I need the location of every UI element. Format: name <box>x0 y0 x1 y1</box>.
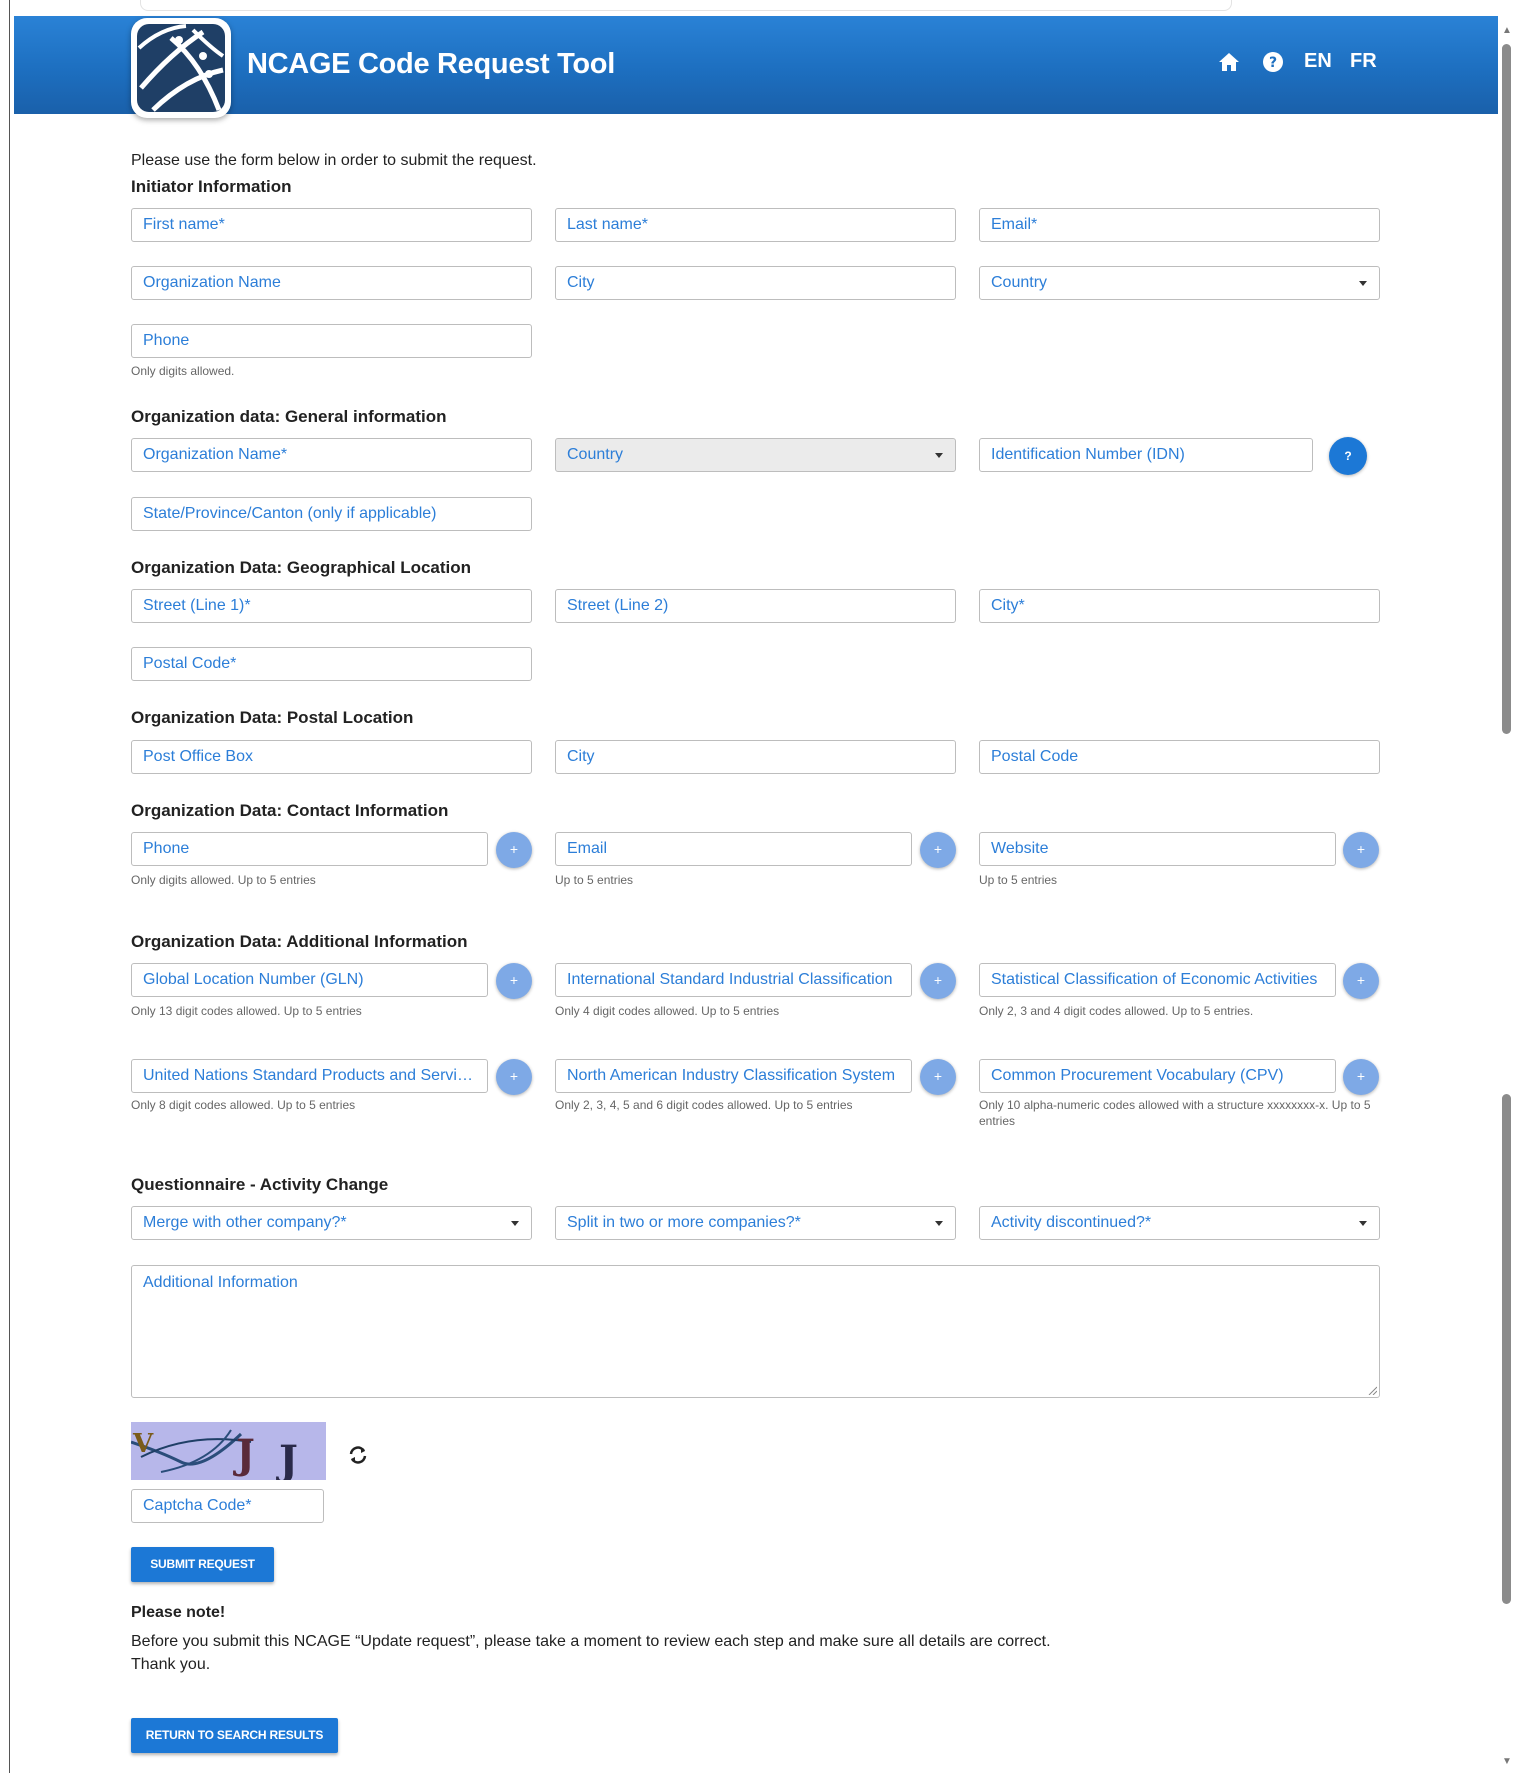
cpv-hint: Only 10 alpha-numeric codes allowed with… <box>979 1098 1371 1128</box>
section-questionnaire: Questionnaire - Activity Change <box>131 1175 389 1194</box>
help-circle-icon[interactable]: ? <box>1261 50 1285 74</box>
contact-email-field[interactable]: Email <box>555 832 912 866</box>
street1-field[interactable]: Street (Line 1)* <box>131 589 532 623</box>
svg-text:?: ? <box>1269 55 1277 71</box>
section-general: Organization data: General information <box>131 407 447 426</box>
last-name-field[interactable]: Last name* <box>555 208 956 242</box>
unspsc-hint: Only 8 digit codes allowed. Up to 5 entr… <box>131 1098 356 1112</box>
scrollbar-thumb-secondary[interactable] <box>1502 1094 1511 1604</box>
naics-field[interactable]: North American Industry Classification S… <box>555 1059 912 1093</box>
additional-info-placeholder: Additional Information <box>143 1274 298 1291</box>
initiator-country-select[interactable]: Country <box>979 266 1380 300</box>
website-field[interactable]: Website <box>979 832 1336 866</box>
lang-en-link[interactable]: EN <box>1304 50 1332 73</box>
first-name-field[interactable]: First name* <box>131 208 532 242</box>
idn-field[interactable]: Identification Number (IDN) <box>979 438 1313 472</box>
app-title: NCAGE Code Request Tool <box>247 48 615 80</box>
scrollbar-thumb[interactable] <box>1502 44 1511 734</box>
naics-hint: Only 2, 3, 4, 5 and 6 digit codes allowe… <box>555 1098 853 1112</box>
gln-hint: Only 13 digit codes allowed. Up to 5 ent… <box>131 1004 362 1018</box>
merge-select[interactable]: Merge with other company?* <box>131 1206 532 1240</box>
gln-field[interactable]: Global Location Number (GLN) <box>131 963 488 997</box>
captcha-char-1: V <box>132 1429 154 1459</box>
discontinued-select[interactable]: Activity discontinued?* <box>979 1206 1380 1240</box>
postal-city-field[interactable]: City <box>555 740 956 774</box>
website-hint: Up to 5 entries <box>979 873 1058 887</box>
add-isic-button[interactable]: + <box>920 963 956 999</box>
window-left-border <box>9 0 10 1773</box>
isic-hint: Only 4 digit codes allowed. Up to 5 entr… <box>555 1004 780 1018</box>
geo-city-field[interactable]: City* <box>979 589 1380 623</box>
add-website-button[interactable]: + <box>1343 832 1379 868</box>
add-nace-button[interactable]: + <box>1343 963 1379 999</box>
section-contact: Organization Data: Contact Information <box>131 801 449 820</box>
contact-email-hint: Up to 5 entries <box>555 873 634 887</box>
add-gln-button[interactable]: + <box>496 963 532 999</box>
split-select[interactable]: Split in two or more companies?* <box>555 1206 956 1240</box>
scroll-up-icon[interactable]: ▲ <box>1502 26 1512 36</box>
section-postal: Organization Data: Postal Location <box>131 708 414 727</box>
resize-handle-icon[interactable] <box>1367 1385 1377 1395</box>
nace-field[interactable]: Statistical Classification of Economic A… <box>979 963 1336 997</box>
org-name-field[interactable]: Organization Name* <box>131 438 532 472</box>
section-additional: Organization Data: Additional Informatio… <box>131 932 468 951</box>
section-initiator: Initiator Information <box>131 177 292 196</box>
captcha-code-field[interactable]: Captcha Code* <box>131 1489 324 1523</box>
isic-field[interactable]: International Standard Industrial Classi… <box>555 963 912 997</box>
add-email-button[interactable]: + <box>920 832 956 868</box>
ncage-logo <box>131 18 231 118</box>
pobox-field[interactable]: Post Office Box <box>131 740 532 774</box>
contact-phone-field[interactable]: Phone <box>131 832 488 866</box>
initiator-city-field[interactable]: City <box>555 266 956 300</box>
street2-field[interactable]: Street (Line 2) <box>555 589 956 623</box>
browser-top-edge <box>140 0 1232 11</box>
captcha-char-2: J <box>233 1431 255 1478</box>
unspsc-field[interactable]: United Nations Standard Products and Ser… <box>131 1059 488 1093</box>
add-cpv-button[interactable]: + <box>1343 1059 1379 1095</box>
email-field[interactable]: Email* <box>979 208 1380 242</box>
initiator-phone-field[interactable]: Phone <box>131 324 532 358</box>
scroll-down-icon[interactable]: ▼ <box>1502 1757 1512 1767</box>
add-unspsc-button[interactable]: + <box>496 1059 532 1095</box>
org-country-select[interactable]: Country <box>555 438 956 472</box>
contact-phone-hint: Only digits allowed. Up to 5 entries <box>131 873 316 887</box>
additional-info-textarea[interactable]: Additional Information <box>131 1265 1380 1398</box>
lang-fr-link[interactable]: FR <box>1350 50 1377 73</box>
postal-code-field[interactable]: Postal Code <box>979 740 1380 774</box>
return-to-search-button[interactable]: RETURN TO SEARCH RESULTS <box>131 1718 338 1753</box>
intro-text: Please use the form below in order to su… <box>131 152 537 169</box>
nace-hint: Only 2, 3 and 4 digit codes allowed. Up … <box>979 1004 1254 1018</box>
submit-request-button[interactable]: SUBMIT REQUEST <box>131 1547 274 1582</box>
section-geo: Organization Data: Geographical Location <box>131 558 472 577</box>
note-title: Please note! <box>131 1604 226 1621</box>
captcha-image: V J J <box>131 1422 326 1480</box>
note-text: Before you submit this NCAGE “Update req… <box>131 1633 1051 1650</box>
idn-help-button[interactable]: ? <box>1329 437 1367 475</box>
cpv-field[interactable]: Common Procurement Vocabulary (CPV) <box>979 1059 1336 1093</box>
geo-postal-field[interactable]: Postal Code* <box>131 647 532 681</box>
phone-hint: Only digits allowed. <box>131 364 235 378</box>
captcha-char-3: J <box>276 1437 298 1480</box>
add-naics-button[interactable]: + <box>920 1059 956 1095</box>
note-thanks: Thank you. <box>131 1656 211 1673</box>
add-phone-button[interactable]: + <box>496 832 532 868</box>
initiator-org-name-field[interactable]: Organization Name <box>131 266 532 300</box>
refresh-captcha-icon[interactable] <box>347 1444 369 1466</box>
state-field[interactable]: State/Province/Canton (only if applicabl… <box>131 497 532 531</box>
home-icon[interactable] <box>1217 50 1241 74</box>
